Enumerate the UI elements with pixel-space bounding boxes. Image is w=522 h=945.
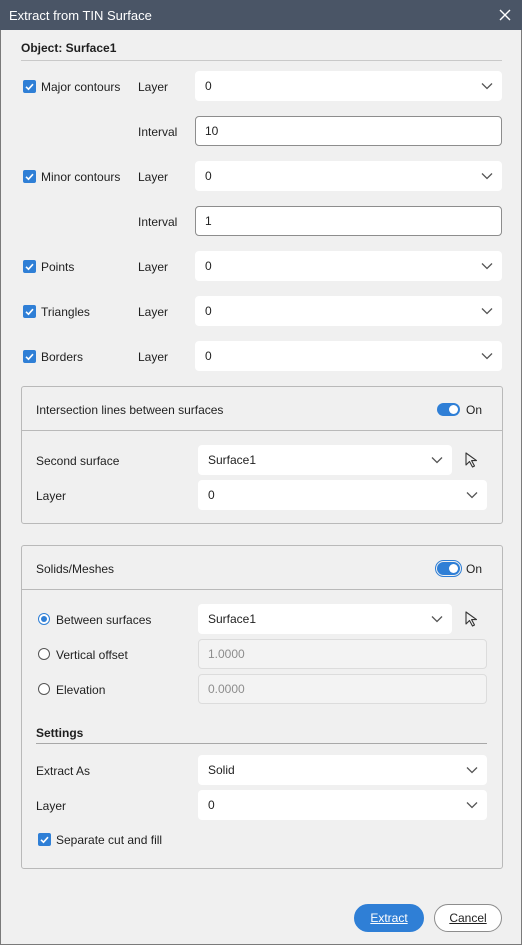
object-label: Object: Surface1: [21, 41, 117, 55]
points-layer-label: Layer: [138, 260, 169, 274]
major-layer-label: Layer: [138, 80, 169, 94]
vertical-offset-value: 1.0000: [208, 647, 245, 661]
chevron-down-icon: [431, 616, 443, 623]
vertical-offset-radio[interactable]: [38, 648, 50, 660]
second-surface-label: Second surface: [36, 454, 120, 468]
borders-layer-label: Layer: [138, 350, 169, 364]
second-surface-value: Surface1: [208, 453, 257, 467]
minor-layer-value: 0: [205, 169, 212, 183]
triangles-layer-value: 0: [205, 304, 212, 318]
borders-layer-dropdown[interactable]: 0: [195, 341, 502, 371]
settings-divider: [36, 743, 487, 744]
window-title: Extract from TIN Surface: [9, 8, 152, 23]
object-divider: [21, 60, 502, 61]
minor-contours-checkbox[interactable]: [23, 170, 36, 183]
checkmark-icon: [25, 263, 34, 271]
intersection-layer-dropdown[interactable]: 0: [198, 480, 487, 510]
triangles-label: Triangles: [41, 305, 90, 319]
chevron-down-icon: [431, 457, 443, 464]
minor-interval-value: 1: [205, 214, 212, 228]
chevron-down-icon: [481, 173, 493, 180]
intersection-toggle-label: On: [466, 403, 483, 417]
between-surfaces-radio[interactable]: [38, 613, 50, 625]
chevron-down-icon: [466, 767, 478, 774]
borders-layer-value: 0: [205, 349, 212, 363]
elevation-label: Elevation: [56, 683, 106, 697]
checkmark-icon: [25, 83, 34, 91]
elevation-radio[interactable]: [38, 683, 50, 695]
points-checkbox[interactable]: [23, 260, 36, 273]
major-contours-checkbox[interactable]: [23, 80, 36, 93]
chevron-down-icon: [481, 353, 493, 360]
intersection-layer-label: Layer: [36, 489, 67, 503]
checkmark-icon: [25, 353, 34, 361]
vertical-offset-input[interactable]: 1.0000: [198, 639, 487, 669]
select-cursor-icon[interactable]: [463, 610, 481, 628]
triangles-layer-label: Layer: [138, 305, 169, 319]
close-icon[interactable]: [495, 5, 515, 25]
cancel-button[interactable]: Cancel: [434, 904, 502, 932]
solids-toggle-label: On: [466, 562, 483, 576]
extract-as-dropdown[interactable]: Solid: [198, 755, 487, 785]
checkmark-icon: [25, 308, 34, 316]
extract-as-value: Solid: [208, 763, 235, 777]
elevation-input[interactable]: 0.0000: [198, 674, 487, 704]
major-interval-label: Interval: [138, 125, 178, 139]
intersection-toggle[interactable]: [437, 403, 460, 416]
select-cursor-icon[interactable]: [463, 451, 481, 469]
title-bar: Extract from TIN Surface: [0, 0, 522, 30]
chevron-down-icon: [466, 492, 478, 499]
borders-label: Borders: [41, 350, 84, 364]
triangles-layer-dropdown[interactable]: 0: [195, 296, 502, 326]
checkmark-icon: [25, 173, 34, 181]
between-surfaces-value: Surface1: [208, 612, 257, 626]
solids-layer-value: 0: [208, 798, 215, 812]
chevron-down-icon: [481, 263, 493, 270]
borders-checkbox[interactable]: [23, 350, 36, 363]
intersection-title: Intersection lines between surfaces: [36, 403, 224, 417]
between-surfaces-label: Between surfaces: [56, 613, 152, 627]
solids-toggle[interactable]: [435, 560, 462, 577]
minor-interval-input[interactable]: 1: [195, 206, 502, 236]
minor-layer-label: Layer: [138, 170, 169, 184]
solids-layer-dropdown[interactable]: 0: [198, 790, 487, 820]
cancel-button-label: Cancel: [449, 911, 487, 925]
solids-group: [21, 545, 503, 869]
chevron-down-icon: [481, 83, 493, 90]
major-contours-label: Major contours: [41, 80, 121, 94]
elevation-value: 0.0000: [208, 682, 245, 696]
major-interval-value: 10: [205, 124, 219, 138]
extract-as-label: Extract As: [36, 764, 91, 778]
major-layer-value: 0: [205, 79, 212, 93]
chevron-down-icon: [481, 308, 493, 315]
extract-button-label: Extract: [370, 911, 408, 925]
vertical-offset-label: Vertical offset: [56, 648, 128, 662]
minor-layer-dropdown[interactable]: 0: [195, 161, 502, 191]
chevron-down-icon: [466, 802, 478, 809]
points-layer-value: 0: [205, 259, 212, 273]
second-surface-dropdown[interactable]: Surface1: [198, 445, 452, 475]
triangles-checkbox[interactable]: [23, 305, 36, 318]
checkmark-icon: [40, 836, 49, 844]
solids-layer-label: Layer: [36, 799, 67, 813]
between-surfaces-dropdown[interactable]: Surface1: [198, 604, 452, 634]
minor-interval-label: Interval: [138, 215, 178, 229]
points-label: Points: [41, 260, 75, 274]
points-layer-dropdown[interactable]: 0: [195, 251, 502, 281]
separate-cut-fill-label: Separate cut and fill: [56, 833, 163, 847]
major-interval-input[interactable]: 10: [195, 116, 502, 146]
minor-contours-label: Minor contours: [41, 170, 121, 184]
major-layer-dropdown[interactable]: 0: [195, 71, 502, 101]
intersection-layer-value: 0: [208, 488, 215, 502]
separate-cut-fill-checkbox[interactable]: [38, 833, 51, 846]
extract-button[interactable]: Extract: [354, 904, 424, 932]
settings-title: Settings: [36, 726, 84, 740]
solids-title: Solids/Meshes: [36, 562, 115, 576]
